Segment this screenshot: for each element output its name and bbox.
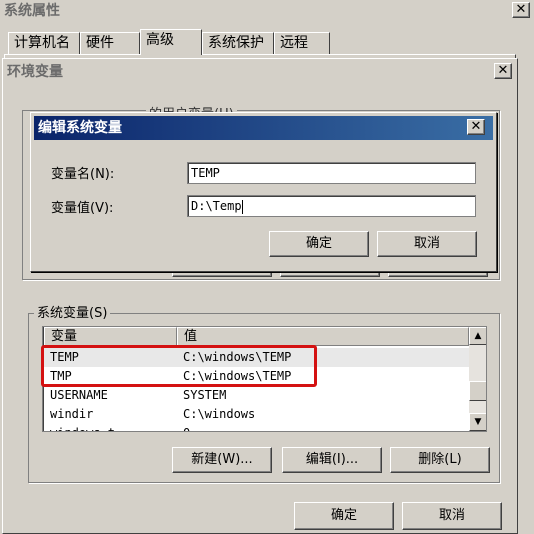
edit-close-icon[interactable]: ✕ <box>467 119 485 135</box>
env-cancel-button[interactable]: 取消 <box>402 502 502 530</box>
list-scrollbar[interactable]: ▲ ▼ <box>469 327 486 431</box>
tab-remote[interactable]: 远程 <box>274 32 330 54</box>
system-new-button[interactable]: 新建(W)... <box>172 447 272 473</box>
edit-dialog-title: 编辑系统变量 <box>34 116 493 140</box>
table-row[interactable]: windows_t 0 <box>44 424 469 431</box>
column-header-value[interactable]: 值 <box>177 327 469 346</box>
row-variable: windows_t <box>50 424 115 431</box>
tab-advanced[interactable]: 高级 <box>140 29 202 55</box>
variable-value-input[interactable]: D:\Temp <box>187 195 476 217</box>
system-variables-label: 系统变量(S) <box>34 302 111 321</box>
edit-ok-button[interactable]: 确定 <box>269 231 369 257</box>
system-properties-title: 系统属性 <box>0 0 534 22</box>
row-value: 0 <box>183 424 190 431</box>
tab-computer-name[interactable]: 计算机名 <box>8 32 80 54</box>
outer-close-icon[interactable]: ✕ <box>512 2 530 18</box>
text-caret <box>241 199 243 214</box>
tab-system-protection[interactable]: 系统保护 <box>202 32 274 54</box>
env-ok-button[interactable]: 确定 <box>294 502 394 530</box>
env-close-icon[interactable]: ✕ <box>494 63 512 79</box>
edit-cancel-button[interactable]: 取消 <box>377 231 477 257</box>
scroll-thumb[interactable] <box>469 381 486 401</box>
environment-variables-title: 环境变量 <box>3 61 513 83</box>
row-value: C:\windows <box>183 407 256 421</box>
tab-hardware[interactable]: 硬件 <box>80 32 140 54</box>
variable-name-label: 变量名(N): <box>51 167 115 182</box>
column-header-variable[interactable]: 变量 <box>44 327 177 346</box>
variable-value-label: 变量值(V): <box>51 201 114 216</box>
scroll-down-icon[interactable]: ▼ <box>469 413 486 431</box>
table-row[interactable]: windir C:\windows <box>44 405 469 424</box>
row-value: SYSTEM <box>183 388 227 402</box>
row-variable: USERNAME <box>50 388 108 402</box>
highlight-box <box>41 345 317 387</box>
table-row[interactable]: USERNAME SYSTEM <box>44 386 469 405</box>
variable-name-input[interactable]: TEMP <box>187 162 476 184</box>
edit-system-variable-dialog: 编辑系统变量 ✕ 变量名(N): TEMP 变量值(V): D:\Temp 确定… <box>30 112 497 272</box>
system-delete-button[interactable]: 删除(L) <box>390 447 490 473</box>
row-variable: windir <box>50 407 94 421</box>
variable-value-text: D:\Temp <box>191 199 242 213</box>
scroll-up-icon[interactable]: ▲ <box>469 327 486 345</box>
system-edit-button[interactable]: 编辑(I)... <box>282 447 382 473</box>
